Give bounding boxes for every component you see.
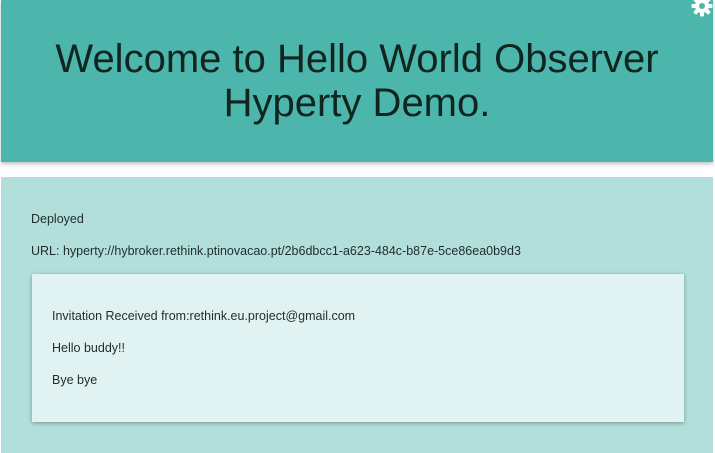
message-bye: Bye bye: [52, 373, 98, 387]
title-line-2: Hyperty Demo.: [223, 81, 491, 125]
hyperty-url: URL: hyperty://hybroker.rethink.ptinovac…: [31, 244, 521, 258]
header-bar: Welcome to Hello World Observer Hyperty …: [1, 0, 713, 162]
gear-icon[interactable]: [690, 0, 714, 18]
page-title: Welcome to Hello World Observer Hyperty …: [1, 37, 713, 125]
deployed-status: Deployed: [31, 212, 84, 226]
main-content: Deployed URL: hyperty://hybroker.rethink…: [1, 177, 713, 453]
title-line-1: Welcome to Hello World Observer: [55, 37, 659, 81]
message-card: Invitation Received from:rethink.eu.proj…: [32, 274, 684, 422]
invitation-text: Invitation Received from:rethink.eu.proj…: [52, 309, 356, 323]
message-hello: Hello buddy!!: [52, 341, 125, 355]
